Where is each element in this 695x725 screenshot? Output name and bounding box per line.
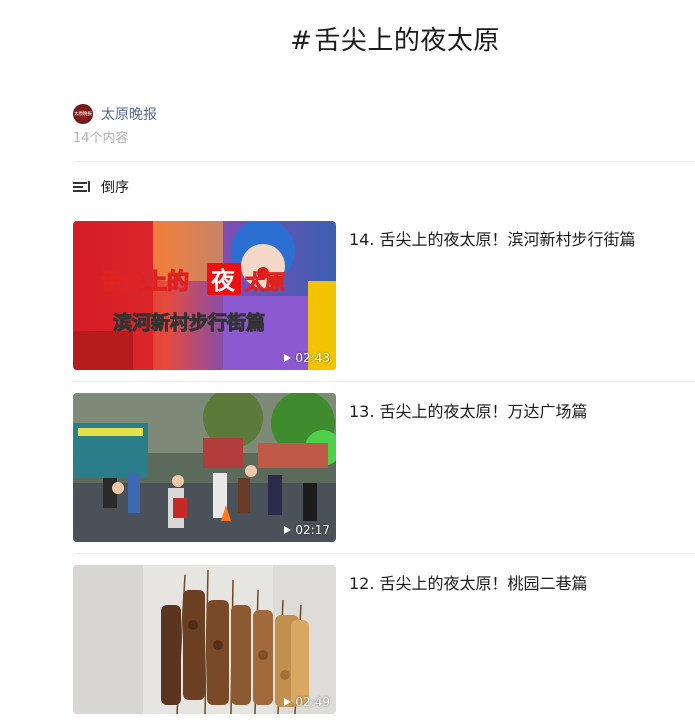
video-title[interactable]: 14. 舌尖上的夜太原！滨河新村步行街篇 (349, 226, 636, 250)
hashtag-symbol: # (290, 26, 313, 56)
duration-text: 02:43 (295, 351, 330, 365)
thumb-title-end-text: 太原 (245, 270, 285, 294)
video-duration: 02:49 (284, 695, 330, 709)
video-title[interactable]: 12. 舌尖上的夜太原！桃园二巷篇 (349, 570, 588, 594)
content-count: 14个内容 (73, 131, 129, 146)
avatar-text: 太原晚报 (74, 110, 93, 117)
sort-toggle-button[interactable]: 倒序 (73, 177, 129, 197)
video-thumbnail[interactable]: 02:49 (73, 565, 336, 714)
item-divider (73, 381, 695, 382)
thumb-subtitle-text: 滨河新村步行街篇 (113, 311, 265, 334)
video-duration: 02:43 (284, 351, 330, 365)
account-name[interactable]: 太原晚报 (101, 104, 157, 124)
video-list-item[interactable]: 02:49 12. 舌尖上的夜太原！桃园二巷篇 (73, 565, 695, 714)
thumb-title-text: 舌尖上的 (101, 269, 189, 295)
item-divider (73, 553, 695, 554)
clown-street-thumbnail-image: 舌尖上的 夜 太原 滨河新村步行街篇 (73, 221, 336, 370)
video-duration: 02:17 (284, 523, 330, 537)
collection-title: #舌尖上的夜太原 (0, 20, 695, 57)
play-icon (284, 526, 292, 534)
video-list-item[interactable]: 舌尖上的 夜 太原 滨河新村步行街篇 02:43 14. 舌尖上的夜太原！滨河新… (73, 221, 695, 382)
sort-desc-icon (73, 180, 91, 194)
thumb-highlight-text: 夜 (210, 267, 236, 295)
account-avatar[interactable]: 太原晚报 (73, 104, 93, 124)
skewers-thumbnail-image (73, 565, 336, 714)
header-divider (73, 161, 695, 162)
duration-text: 02:49 (295, 695, 330, 709)
play-icon (284, 698, 292, 706)
plaza-crowd-thumbnail-image (73, 393, 336, 542)
sort-label: 倒序 (101, 180, 129, 196)
video-thumbnail[interactable]: 舌尖上的 夜 太原 滨河新村步行街篇 02:43 (73, 221, 336, 370)
collection-title-text: 舌尖上的夜太原 (314, 26, 500, 56)
video-list-item[interactable]: 02:17 13. 舌尖上的夜太原！万达广场篇 (73, 393, 695, 554)
duration-text: 02:17 (295, 523, 330, 537)
account-link[interactable]: 太原晚报 太原晚报 (73, 104, 157, 124)
play-icon (284, 354, 292, 362)
video-thumbnail[interactable]: 02:17 (73, 393, 336, 542)
video-title[interactable]: 13. 舌尖上的夜太原！万达广场篇 (349, 398, 588, 422)
